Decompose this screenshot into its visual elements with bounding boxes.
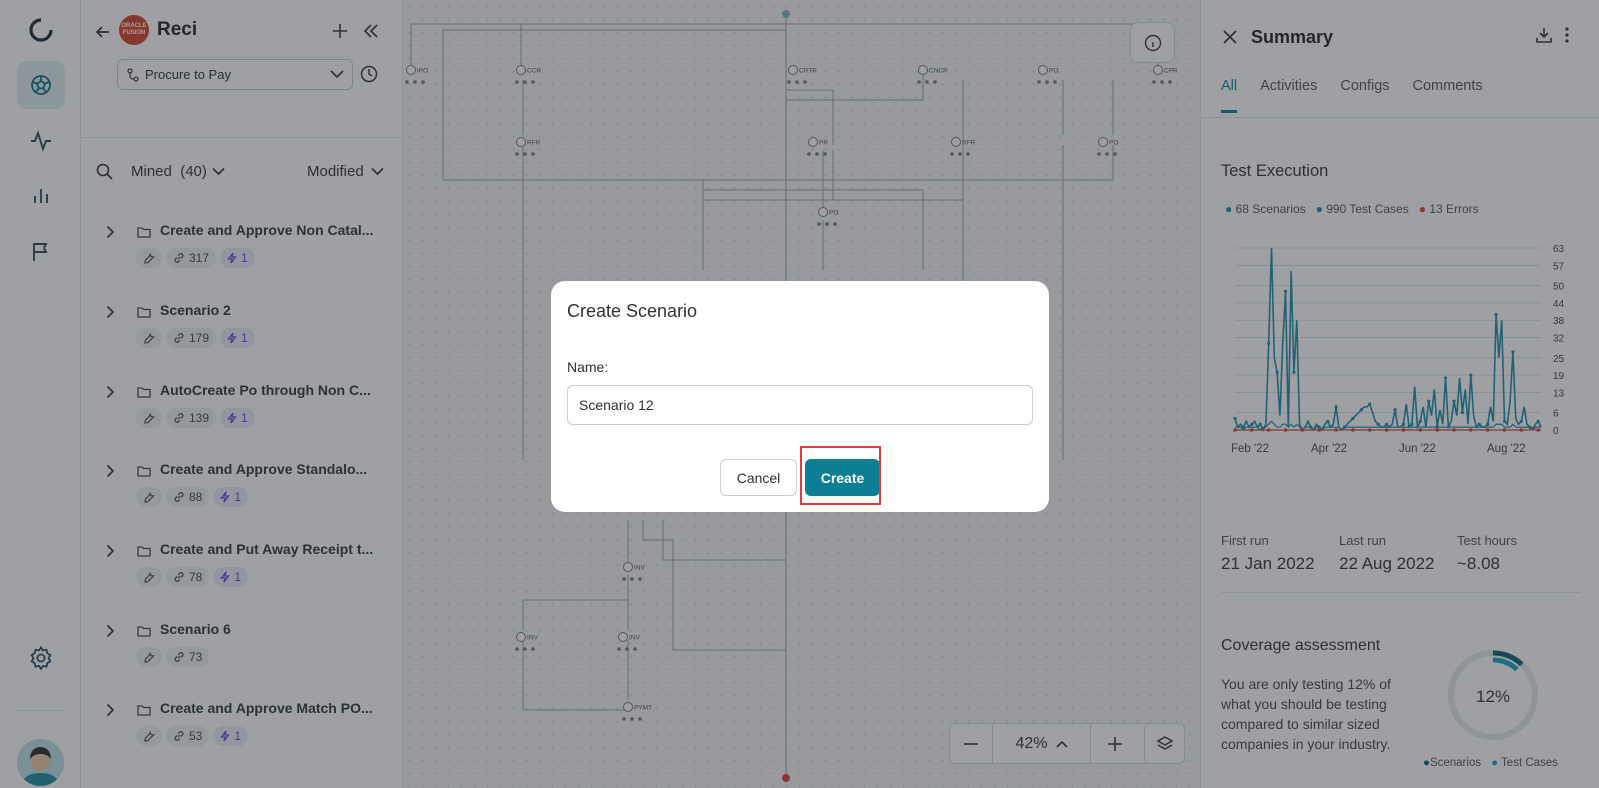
dialog-title: Create Scenario — [567, 301, 698, 321]
name-label: Name: — [567, 359, 609, 375]
create-scenario-dialog: Create Scenario Name: Cancel Create — [551, 281, 1049, 512]
create-button[interactable]: Create — [805, 459, 880, 496]
cancel-button[interactable]: Cancel — [720, 459, 797, 496]
scenario-name-input[interactable] — [567, 385, 1033, 425]
